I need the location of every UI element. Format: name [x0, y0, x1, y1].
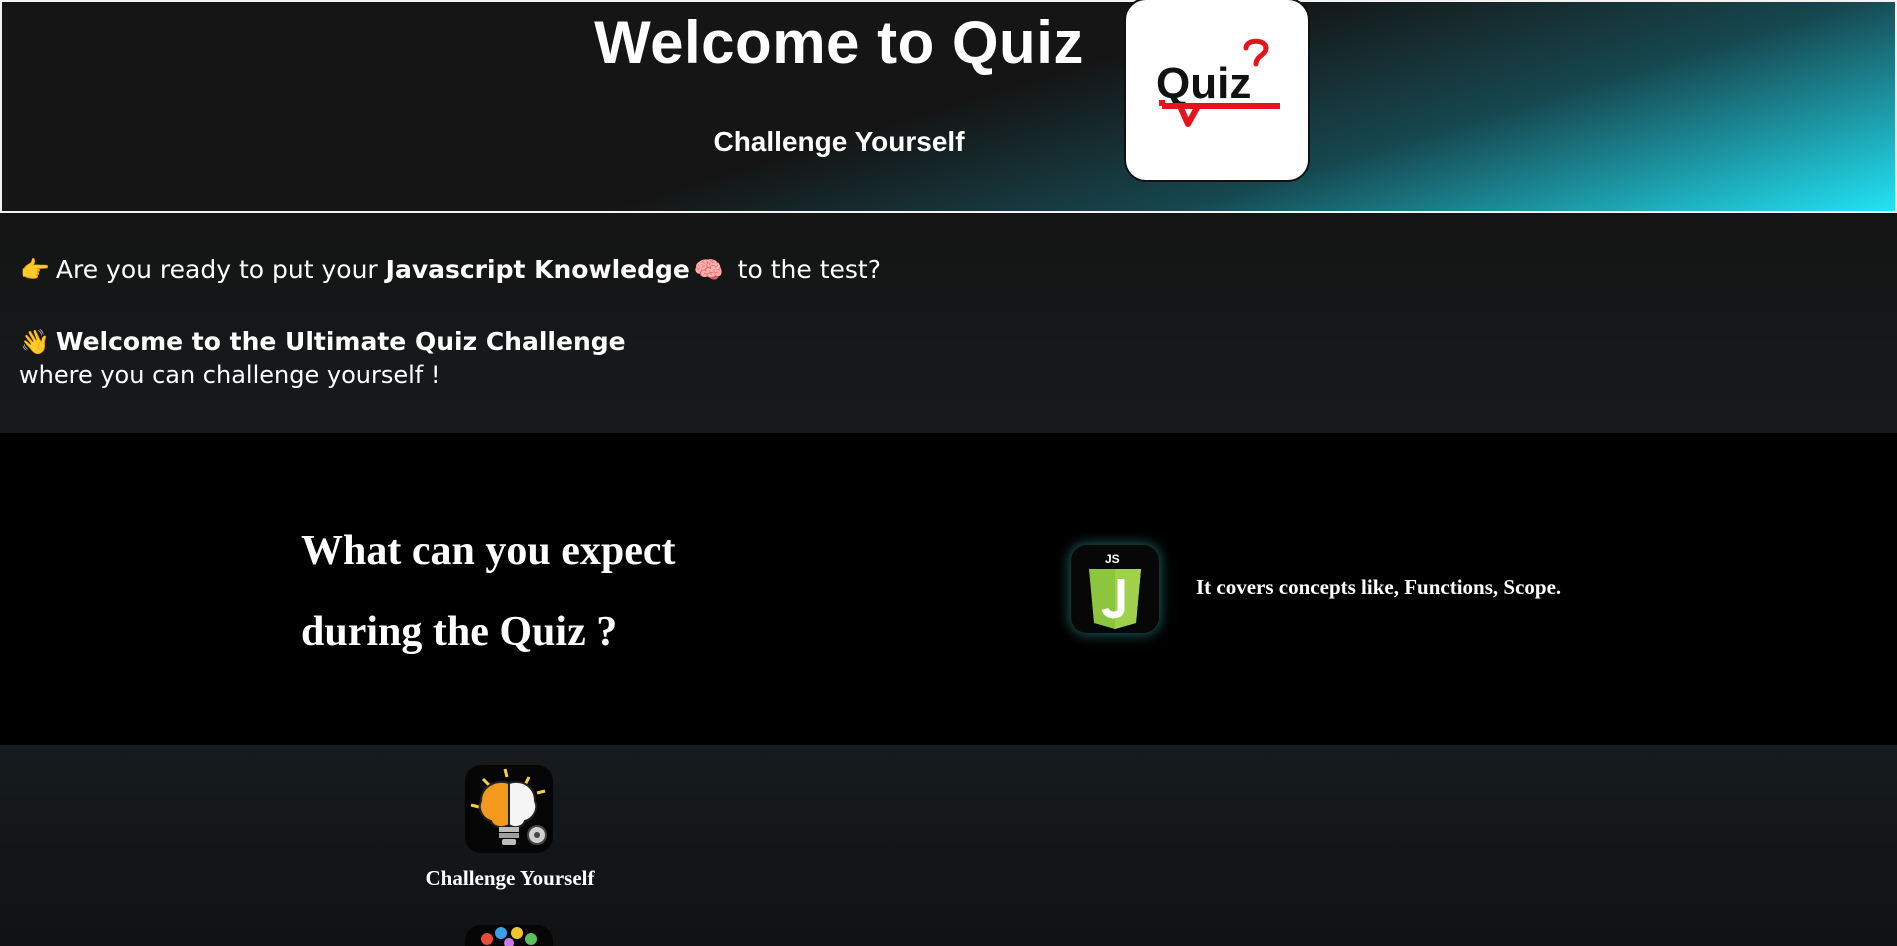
javascript-knowledge-text: Javascript Knowledge — [385, 255, 690, 284]
intro-ready-text: 👉 Are you ready to put your Javascript Kn… — [20, 255, 881, 284]
intro-challenge-text: where you can challenge yourself ! — [19, 361, 441, 389]
challenge-card-label: Challenge Yourself — [425, 866, 595, 890]
intro-section: 👉 Are you ready to put your Javascript Kn… — [0, 213, 1897, 433]
quiz-speech-bubble-logo-icon: Quiz — [1156, 38, 1280, 127]
expect-description: It covers concepts like, Functions, Scop… — [1196, 575, 1562, 599]
intro-welcome-text: 👋 Welcome to the Ultimate Quiz Challenge — [20, 327, 626, 356]
brain-icon: 🧠 — [693, 256, 724, 284]
hero-header: Welcome to Quiz Challenge Yourself Quiz — [0, 0, 1897, 213]
quiz-logo: Quiz — [1124, 0, 1310, 182]
expect-section: What can you expect during the Quiz ? JS… — [0, 433, 1897, 745]
hero-subtitle: Challenge Yourself — [713, 126, 965, 157]
brain-lightbulb-card — [465, 765, 553, 853]
waving-hand-icon: 👋 — [20, 328, 50, 356]
brain-lightbulb-icon — [470, 768, 547, 845]
javascript-card: JS — [1071, 545, 1159, 633]
colorful-brain-icon — [481, 927, 537, 946]
js-badge-text: JS — [1105, 552, 1120, 566]
features-section: Challenge Yourself — [0, 745, 1897, 946]
expect-title: What can you expect during the Quiz ? — [301, 528, 676, 655]
javascript-icon: JS — [1089, 552, 1141, 629]
second-feature-card — [465, 925, 553, 946]
page-title: Welcome to Quiz — [594, 9, 1084, 76]
pointing-hand-icon: 👉 — [20, 256, 50, 284]
logo-text: Quiz — [1156, 59, 1251, 108]
